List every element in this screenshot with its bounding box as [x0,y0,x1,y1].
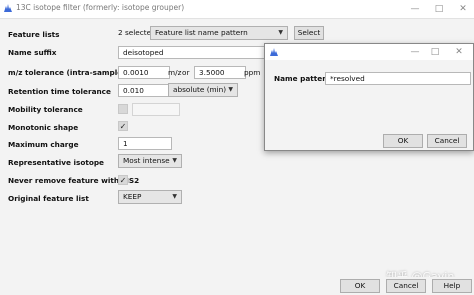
mobility-tolerance-field[interactable] [132,103,180,116]
name-pattern-label: Name pattern [274,74,331,83]
minimize-icon[interactable]: — [407,45,423,59]
name-suffix-label: Name suffix [8,48,57,57]
or-label: or [182,68,190,77]
dialog-ok-button[interactable]: OK [383,134,423,148]
never-remove-ms2-checkbox[interactable]: ✓ [118,175,128,185]
rt-tolerance-field[interactable]: 0.010 [118,84,170,97]
combo-value: Most intense [123,156,170,165]
representative-isotope-combo[interactable]: Most intense ▼ [118,154,182,168]
mz-tolerance-label: m/z tolerance (intra-sample) [8,68,126,77]
mobility-tolerance-label: Mobility tolerance [8,105,83,114]
original-feature-list-combo[interactable]: KEEP ▼ [118,190,182,204]
feature-lists-label: Feature lists [8,30,60,39]
name-pattern-dialog: — □ ✕ Name pattern *resolved OK Cancel [264,43,474,151]
select-button[interactable]: Select [294,26,324,40]
maximize-icon[interactable]: □ [427,45,443,59]
chevron-down-icon: ▼ [278,29,283,36]
main-title-bar: 13C isotope filter (formerly: isotope gr… [0,0,474,19]
rt-tolerance-label: Retention time tolerance [8,87,111,96]
ok-button[interactable]: OK [340,279,380,293]
combo-value: absolute (min) [173,85,227,94]
chevron-down-icon: ▼ [172,193,177,200]
window-title: 13C isotope filter (formerly: isotope gr… [16,3,185,12]
rt-unit-combo[interactable]: absolute (min) ▼ [168,83,238,97]
mzmine-icon [270,48,278,56]
maximum-charge-label: Maximum charge [8,140,79,149]
combo-value: KEEP [123,192,142,201]
original-feature-list-label: Original feature list [8,194,89,203]
monotonic-shape-checkbox[interactable]: ✓ [118,121,128,131]
mobility-tolerance-checkbox[interactable] [118,104,128,114]
feature-lists-mode-combo[interactable]: Feature list name pattern ▼ [150,26,288,40]
mz-unit-label: m/z [168,68,182,77]
maximize-icon[interactable]: □ [431,2,447,16]
help-button[interactable]: Help [432,279,472,293]
maximum-charge-field[interactable]: 1 [118,137,172,150]
dialog-title-bar: — □ ✕ [265,44,473,60]
mzmine-icon [4,4,12,12]
chevron-down-icon: ▼ [172,157,177,164]
chevron-down-icon: ▼ [228,86,233,93]
close-icon[interactable]: ✕ [455,2,471,16]
footer-button-bar: OK Cancel Help [0,277,474,295]
name-pattern-field[interactable]: *resolved [325,72,471,85]
name-suffix-field[interactable]: deisotoped [118,46,270,59]
ppm-unit-label: ppm [244,68,261,77]
monotonic-shape-label: Monotonic shape [8,123,79,132]
close-icon[interactable]: ✕ [451,45,467,59]
combo-value: Feature list name pattern [155,28,248,37]
ppm-tolerance-field[interactable]: 3.5000 [194,66,246,79]
representative-isotope-label: Representative isotope [8,158,105,167]
minimize-icon[interactable]: — [407,2,423,16]
dialog-cancel-button[interactable]: Cancel [427,134,467,148]
mz-tolerance-field[interactable]: 0.0010 [118,66,170,79]
cancel-button[interactable]: Cancel [386,279,426,293]
